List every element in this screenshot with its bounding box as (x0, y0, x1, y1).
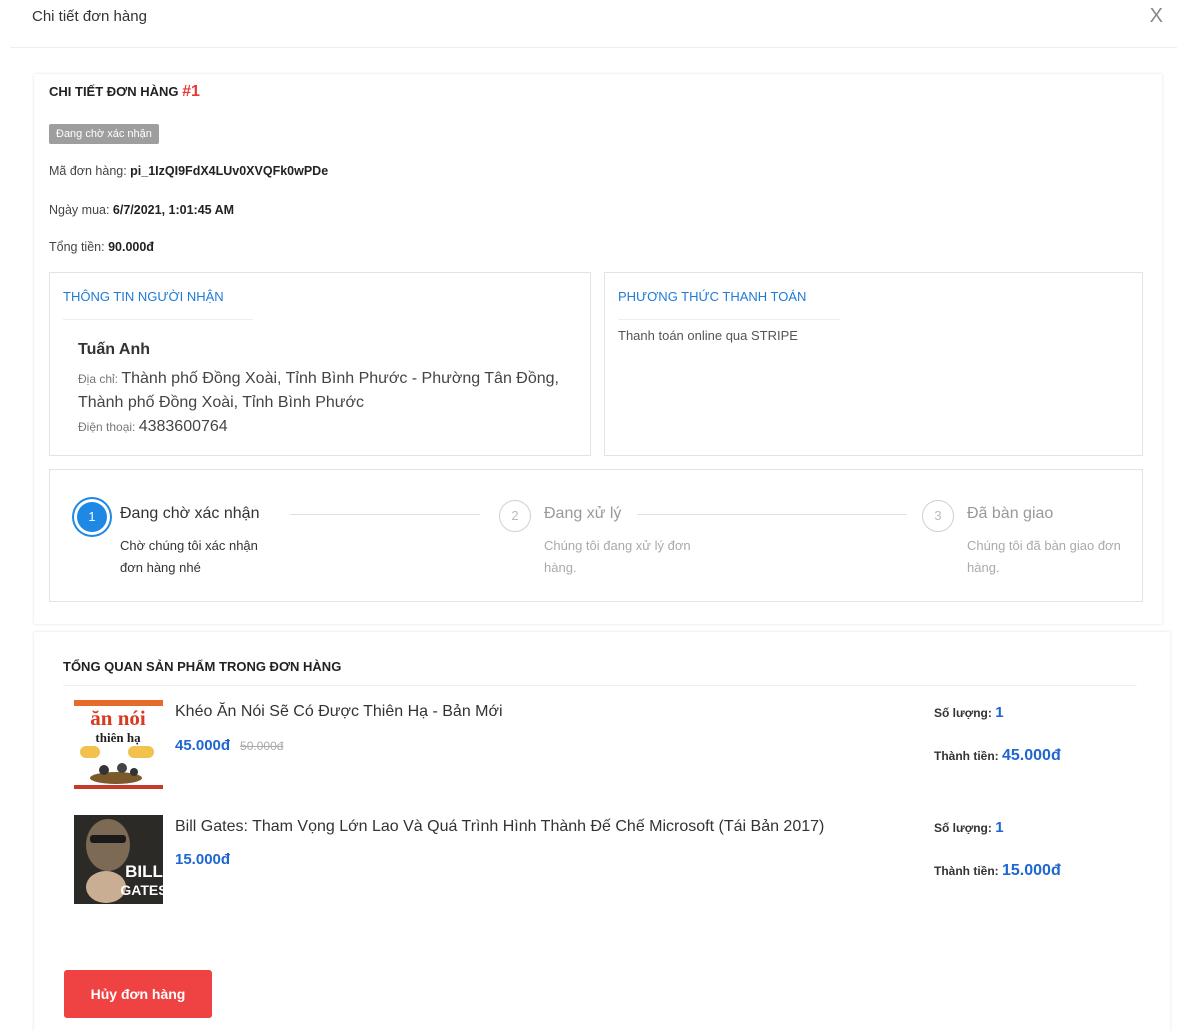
product-name[interactable]: Bill Gates: Tham Vọng Lớn Lao Và Quá Trì… (175, 818, 824, 836)
cover-title-text: ăn nói (90, 706, 146, 730)
order-detail-card: CHI TIẾT ĐƠN HÀNG #1 Đang chờ xác nhận M… (34, 74, 1162, 624)
close-icon[interactable]: X (1150, 6, 1163, 26)
order-date-value: 6/7/2021, 1:01:45 AM (112, 203, 235, 217)
subtotal-value: 15.000đ (1002, 862, 1061, 879)
subtotal-value: 45.000đ (1002, 747, 1061, 764)
order-code-value: pi_1IzQI9FdX4LUv0XVQFk0wPDe (130, 164, 329, 178)
divider (63, 319, 253, 320)
product-image[interactable]: BILL GATES (74, 815, 163, 904)
order-total-label: Tổng tiền: (49, 240, 109, 254)
step-1-desc: Chờ chúng tôi xác nhận đơn hàng nhé (120, 538, 258, 575)
divider (618, 319, 840, 320)
product-name[interactable]: Khéo Ăn Nói Sẽ Có Được Thiên Hạ - Bản Mớ… (175, 703, 503, 721)
order-total-line: Tổng tiền: 90.000đ (49, 240, 154, 254)
order-total-value: 90.000đ (108, 240, 154, 254)
step-3-title: Đã bàn giao (967, 505, 1054, 522)
products-card: TỔNG QUAN SẢN PHẨM TRONG ĐƠN HÀNG ăn nói… (34, 632, 1170, 1031)
order-heading: CHI TIẾT ĐƠN HÀNG #1 (49, 83, 200, 101)
subtotal-label: Thành tiền: (934, 749, 1002, 763)
payment-method: Thanh toán online qua STRIPE (618, 328, 798, 343)
order-number: #1 (182, 83, 200, 100)
cancel-order-button[interactable]: Hủy đơn hàng (64, 970, 212, 1018)
product-price-line: 45.000đ 50.000đ (175, 737, 283, 754)
recipient-title: THÔNG TIN NGƯỜI NHẬN (63, 289, 224, 304)
qty-value: 1 (995, 819, 1004, 836)
step-3-icon: 3 (922, 500, 954, 532)
order-code-label: Mã đơn hàng: (49, 164, 131, 178)
product-price: 45.000đ (175, 737, 231, 754)
phone-value: 4383600764 (138, 418, 228, 435)
qty-value: 1 (995, 704, 1004, 721)
product-subtotal: Thành tiền: 45.000đ (934, 747, 1061, 765)
recipient-name: Tuấn Anh (78, 341, 150, 358)
address-value: Thành phố Đồng Xoài, Tỉnh Bình Phước - P… (78, 370, 559, 411)
order-steps: 1 Đang chờ xác nhận Chờ chúng tôi xác nh… (49, 469, 1143, 602)
cover-subtitle-text: thiên hạ (95, 730, 141, 745)
product-subtotal: Thành tiền: 15.000đ (934, 862, 1061, 880)
order-date-label: Ngày mua: (49, 203, 113, 217)
modal-header: Chi tiết đơn hàng X (10, 0, 1177, 48)
cover-title-text: BILL (125, 862, 163, 881)
order-code-line: Mã đơn hàng: pi_1IzQI9FdX4LUv0XVQFk0wPDe (49, 164, 328, 178)
product-image[interactable]: ăn nói thiên hạ (74, 700, 163, 789)
order-heading-text: CHI TIẾT ĐƠN HÀNG (49, 84, 183, 99)
divider (63, 685, 1137, 686)
product-price: 15.000đ (175, 851, 231, 868)
subtotal-label: Thành tiền: (934, 864, 1002, 878)
phone-label: Điện thoại: (78, 420, 139, 434)
recipient-box: THÔNG TIN NGƯỜI NHẬN Tuấn Anh Địa chỉ: T… (49, 272, 591, 456)
qty-label: Số lượng: (934, 706, 996, 720)
step-2-title: Đang xử lý (544, 505, 622, 522)
recipient-phone: Điện thoại: 4383600764 (78, 418, 228, 436)
modal-title: Chi tiết đơn hàng (32, 8, 147, 25)
cover-subtitle-text: GATES (120, 882, 163, 898)
status-badge: Đang chờ xác nhận (49, 124, 159, 144)
product-price-line: 15.000đ (175, 851, 230, 868)
step-connector (290, 514, 480, 515)
step-2-icon: 2 (499, 500, 531, 532)
step-connector (637, 514, 907, 515)
step-1-title: Đang chờ xác nhận (120, 505, 260, 522)
qty-label: Số lượng: (934, 821, 996, 835)
order-date-line: Ngày mua: 6/7/2021, 1:01:45 AM (49, 203, 234, 217)
product-old-price: 50.000đ (240, 739, 284, 753)
payment-title: PHƯƠNG THỨC THANH TOÁN (618, 289, 807, 304)
step-2-desc: Chúng tôi đang xử lý đơn hàng. (544, 538, 691, 575)
product-qty: Số lượng: 1 (934, 819, 1004, 836)
products-title: TỔNG QUAN SẢN PHẨM TRONG ĐƠN HÀNG (63, 659, 342, 674)
step-3-desc: Chúng tôi đã bàn giao đơn hàng. (967, 538, 1121, 575)
step-1-icon: 1 (77, 502, 107, 532)
address-label: Địa chỉ: (78, 372, 122, 386)
recipient-address: Địa chỉ: Thành phố Đồng Xoài, Tỉnh Bình … (78, 367, 578, 415)
product-qty: Số lượng: 1 (934, 704, 1004, 721)
payment-box: PHƯƠNG THỨC THANH TOÁN Thanh toán online… (604, 272, 1143, 456)
